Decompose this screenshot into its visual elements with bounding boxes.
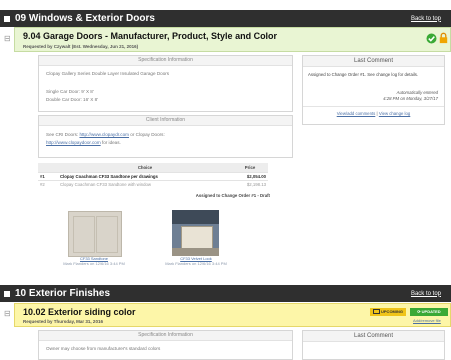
spec-line-1: Clopay Gallery Series Double Layer Insul… — [46, 71, 170, 76]
client-line-1: See CRI Doors: http://www.clopaydr.com o… — [46, 132, 165, 137]
last-comment-box: Last Comment Assigned to Change Order #1… — [302, 55, 445, 125]
client-line-2: http://www.clopaydoor.com for ideas. — [46, 140, 121, 145]
spec-info-box: Specification Information Owner may choo… — [38, 330, 293, 360]
spec-info-box: Specification Information Clopay Gallery… — [38, 55, 293, 112]
client-info-header: Client Information — [39, 116, 292, 126]
add-remove-file-link[interactable]: Add/remove file — [413, 318, 441, 323]
section-bar-exterior-finishes: 10 Exterior Finishes Back to top — [0, 285, 451, 302]
choice-table: Choice Price #1 Clopay Coachman CF33 San… — [38, 163, 268, 188]
last-comment-box: Last Comment — [302, 330, 445, 360]
row-choice: Clopay Coachman CF33 Sandtone per drawin… — [58, 172, 232, 181]
item-header-garage-doors[interactable]: 9.04 Garage Doors - Manufacturer, Produc… — [14, 27, 451, 52]
updated-badge: ⟳UPDATED — [410, 308, 448, 316]
table-header-row: Choice Price — [38, 163, 268, 173]
back-to-top-link[interactable]: Back to top — [411, 291, 441, 297]
table-row[interactable]: #1 Clopay Coachman CF33 Sandtone per dra… — [38, 172, 268, 181]
spec-line-3: Double Car Door: 16' X 8' — [46, 97, 99, 102]
item-requested: Requested by Czywalt (Est. Wednesday, Ju… — [23, 44, 139, 49]
row-price: $2,198.13 — [232, 180, 268, 188]
view-change-log-link[interactable]: View change log — [379, 111, 410, 116]
thumbnail-meta: Mark Flanders on 12/6/16 3:44 PM — [63, 261, 125, 266]
spec-line-1: Owner may choose from manufacturer's sta… — [46, 346, 161, 351]
garage-door-image — [68, 211, 122, 257]
badge-label: UPCOMING — [381, 309, 403, 314]
assigned-status: Assigned to Change Order #1 - Draft — [195, 193, 270, 198]
comment-links: View/add comments | View change log — [303, 111, 444, 116]
collapse-toggle-icon[interactable]: ⊟ — [4, 309, 11, 318]
item-header-siding-color[interactable]: 10.02 Exterior siding color Requested by… — [14, 303, 451, 327]
section-title: 10 Exterior Finishes — [15, 288, 111, 299]
section-marker-icon — [4, 15, 10, 22]
client-text: for ideas. — [100, 140, 121, 145]
table-header-num — [38, 163, 58, 173]
spec-info-header: Specification Information — [39, 331, 292, 341]
section-marker-icon — [4, 290, 10, 297]
table-row[interactable]: #2 Clopay Coachman CF33 Sandtone with wi… — [38, 180, 268, 188]
row-num: #2 — [38, 180, 58, 188]
comment-auto: Automatically entered — [396, 90, 438, 95]
section-title: 09 Windows & Exterior Doors — [15, 13, 155, 24]
last-comment-header: Last Comment — [303, 331, 444, 342]
item-requested: Requested by Thursday, Mar 31, 2016 — [23, 319, 103, 324]
view-add-comments-link[interactable]: View/add comments — [337, 111, 376, 116]
client-text: or Clopay Doors: — [128, 132, 165, 137]
clopaydr-link[interactable]: http://www.clopaydr.com — [79, 132, 129, 137]
item-title: 9.04 Garage Doors - Manufacturer, Produc… — [23, 31, 278, 41]
last-comment-header: Last Comment — [303, 56, 444, 67]
client-text: See CRI Doors: — [46, 132, 80, 137]
row-num: #1 — [38, 172, 58, 181]
collapse-toggle-icon[interactable]: ⊟ — [4, 34, 11, 43]
client-info-box: Client Information See CRI Doors: http:/… — [38, 115, 293, 158]
section-bar-windows-doors: 09 Windows & Exterior Doors Back to top — [0, 10, 451, 27]
back-to-top-link[interactable]: Back to top — [411, 16, 441, 22]
row-price: $2,054.00 — [232, 172, 268, 181]
upcoming-badge: UPCOMING — [370, 308, 406, 316]
garage-photo-image — [172, 210, 219, 256]
item-title: 10.02 Exterior siding color — [23, 307, 136, 317]
spec-line-2: Single Car Door: 9' X 8' — [46, 89, 94, 94]
badge-label: UPDATED — [421, 309, 441, 314]
clopaydoor-link[interactable]: http://www.clopaydoor.com — [46, 140, 101, 145]
table-header-price: Price — [232, 163, 268, 173]
comment-time: 4:28 PM on Monday, 3/27/17 — [383, 96, 438, 101]
spec-info-header: Specification Information — [39, 56, 292, 66]
thumbnail-meta: Mark Flanders on 12/6/16 3:44 PM — [165, 261, 227, 266]
table-header-choice: Choice — [58, 163, 232, 173]
check-circle-icon — [426, 33, 437, 44]
lock-icon — [439, 32, 448, 44]
comment-text: Assigned to Change Order #1. See change … — [308, 72, 419, 77]
row-choice: Clopay Coachman CF33 Sandtone with windo… — [58, 180, 232, 188]
